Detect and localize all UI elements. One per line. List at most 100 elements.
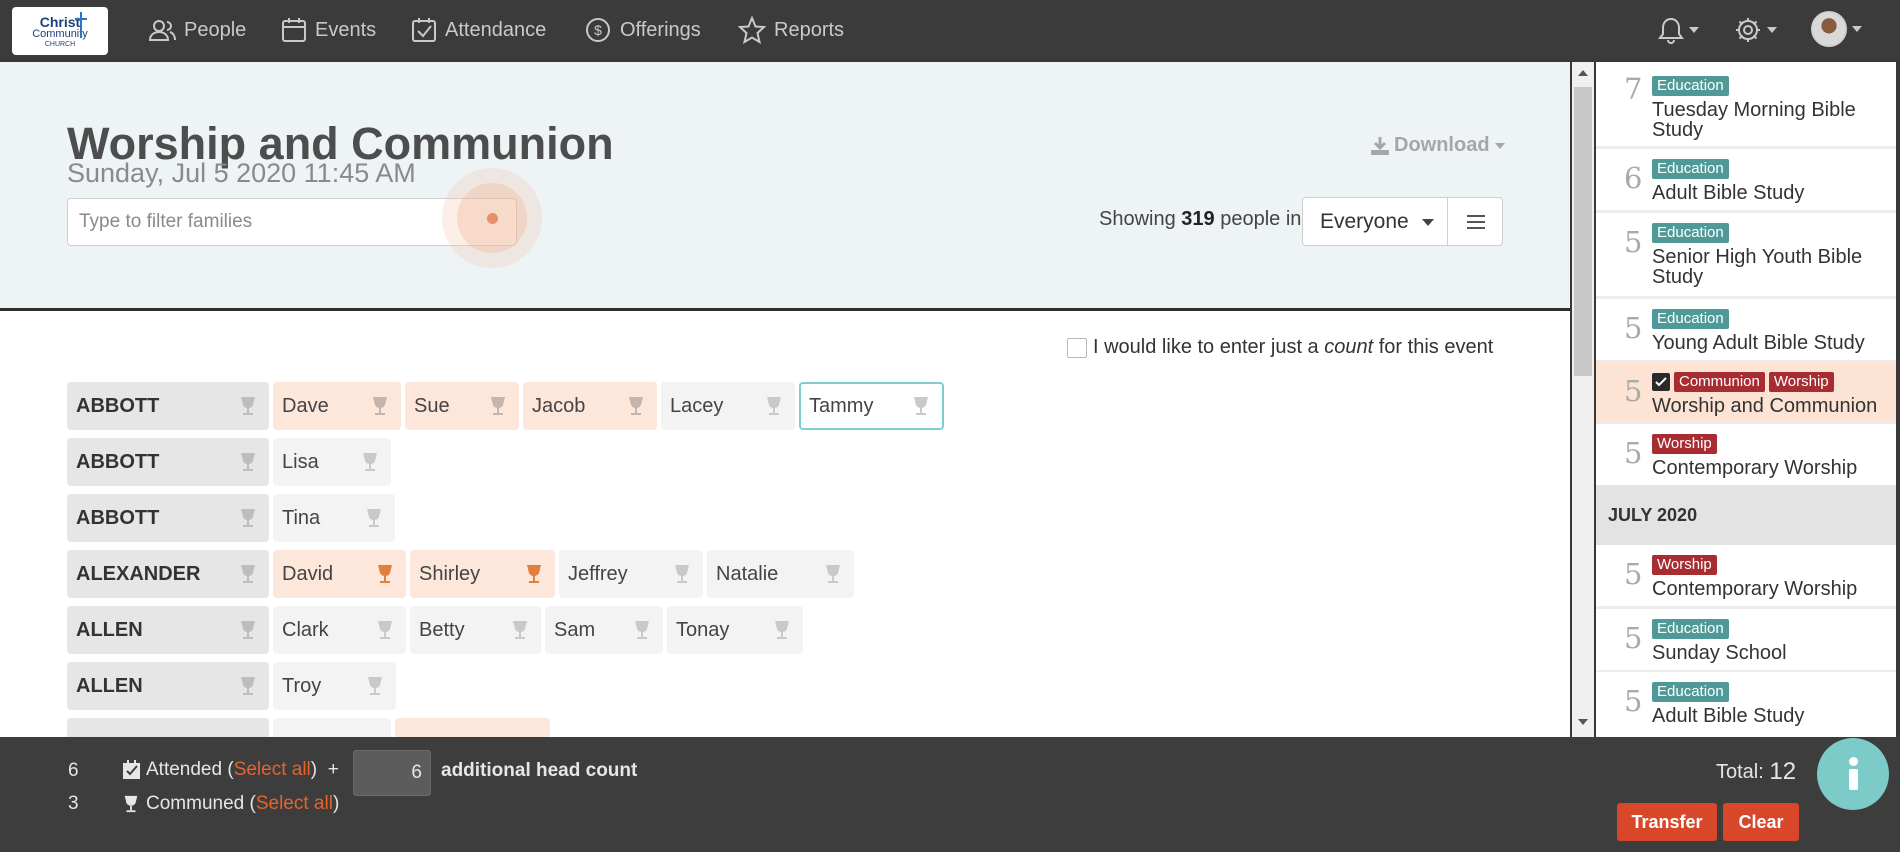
- communed-select-all-link[interactable]: Select all: [256, 793, 333, 815]
- star-icon: [738, 16, 766, 44]
- family-chip[interactable]: [67, 718, 269, 737]
- chalice-icon[interactable]: [238, 619, 258, 641]
- sidebar-event-name: Adult Bible Study: [1652, 182, 1805, 204]
- family-name: ALEXANDER: [76, 563, 201, 585]
- member-name: Sue: [414, 395, 450, 417]
- count-only-option[interactable]: I would like to enter just a count for t…: [1067, 336, 1493, 359]
- sidebar-event-item-active[interactable]: 5 Communion Worship Worship and Communio…: [1596, 362, 1896, 422]
- chalice-icon[interactable]: [375, 619, 395, 641]
- tag-education: Education: [1652, 309, 1729, 329]
- church-logo[interactable]: Christ Community CHURCH: [12, 7, 108, 55]
- scrollbar-thumb[interactable]: [1574, 87, 1592, 376]
- nav-offerings[interactable]: $ Offerings: [584, 16, 701, 44]
- family-chip[interactable]: ABBOTT: [67, 494, 269, 542]
- member-chip[interactable]: Jeffrey: [559, 550, 703, 598]
- family-chip[interactable]: ALLEN: [67, 606, 269, 654]
- member-name: Troy: [282, 675, 322, 697]
- group-select[interactable]: Everyone: [1302, 197, 1448, 246]
- chalice-icon[interactable]: [632, 619, 652, 641]
- sidebar-event-name: Worship and Communion: [1652, 395, 1878, 417]
- tag-education: Education: [1652, 159, 1729, 179]
- count-only-checkbox[interactable]: [1067, 337, 1087, 358]
- list-options-button[interactable]: [1447, 197, 1503, 246]
- scroll-down-arrow-icon[interactable]: [1578, 719, 1588, 725]
- member-chip[interactable]: David: [273, 550, 406, 598]
- family-row: ABBOTT Tina: [67, 494, 395, 542]
- sidebar-event-name: Adult Bible Study: [1652, 705, 1805, 727]
- notifications-menu[interactable]: [1658, 16, 1699, 44]
- event-attendance-count: 5: [1624, 684, 1643, 718]
- family-chip[interactable]: ALEXANDER: [67, 550, 269, 598]
- member-chip[interactable]: Tina: [273, 494, 395, 542]
- settings-menu[interactable]: [1734, 16, 1777, 44]
- logo-line-3: CHURCH: [44, 41, 76, 48]
- family-name: ABBOTT: [76, 395, 160, 417]
- member-chip[interactable]: Dave: [273, 382, 401, 430]
- user-menu[interactable]: [1811, 11, 1862, 47]
- family-chip[interactable]: ALLEN: [67, 662, 269, 710]
- nav-people[interactable]: People: [148, 16, 246, 44]
- chalice-icon[interactable]: [360, 451, 380, 473]
- tag-education: Education: [1652, 223, 1729, 243]
- additional-headcount-input[interactable]: 6: [353, 750, 431, 796]
- info-button[interactable]: [1817, 738, 1889, 810]
- chalice-icon[interactable]: [238, 451, 258, 473]
- attended-select-all-link[interactable]: Select all: [234, 759, 311, 781]
- member-chip[interactable]: Troy: [273, 662, 396, 710]
- sidebar-event-item[interactable]: 5 Education Sunday School: [1596, 609, 1896, 670]
- chalice-icon[interactable]: [823, 563, 843, 585]
- communed-count: 3: [68, 793, 79, 814]
- nav-events[interactable]: Events: [281, 16, 376, 44]
- attended-count: 6: [68, 760, 79, 781]
- member-chip[interactable]: Tonay: [667, 606, 803, 654]
- member-chip[interactable]: Tammy: [799, 382, 944, 430]
- chalice-icon[interactable]: [238, 563, 258, 585]
- transfer-button[interactable]: Transfer: [1617, 803, 1717, 841]
- member-chip[interactable]: Sam: [545, 606, 663, 654]
- member-name: Tina: [282, 507, 321, 529]
- main-scrollbar[interactable]: [1572, 62, 1594, 737]
- chalice-icon[interactable]: [488, 395, 508, 417]
- sidebar-event-item[interactable]: 5 Worship Contemporary Worship: [1596, 424, 1896, 485]
- chalice-icon[interactable]: [510, 619, 530, 641]
- member-chip[interactable]: [395, 718, 550, 737]
- scroll-up-arrow-icon[interactable]: [1578, 70, 1588, 76]
- sidebar-event-item[interactable]: 5 Education Senior High Youth Bible Stud…: [1596, 213, 1896, 296]
- member-chip[interactable]: Shirley: [410, 550, 555, 598]
- member-chip[interactable]: [273, 718, 391, 737]
- chalice-icon[interactable]: [772, 619, 792, 641]
- member-chip[interactable]: Sue: [405, 382, 519, 430]
- member-chip[interactable]: Clark: [273, 606, 406, 654]
- tag-education: Education: [1652, 619, 1729, 639]
- sidebar-event-item[interactable]: 5 Education Adult Bible Study: [1596, 672, 1896, 737]
- download-button[interactable]: Download: [1369, 134, 1505, 157]
- chalice-icon[interactable]: [672, 563, 692, 585]
- member-name: Lisa: [282, 451, 319, 473]
- chalice-icon[interactable]: [238, 507, 258, 529]
- chalice-icon[interactable]: [238, 675, 258, 697]
- member-chip[interactable]: Betty: [410, 606, 541, 654]
- sidebar-event-item[interactable]: 6 Education Adult Bible Study: [1596, 149, 1896, 210]
- sidebar-event-item[interactable]: 7 Education Tuesday Morning Bible Study: [1596, 62, 1896, 146]
- clear-button[interactable]: Clear: [1723, 803, 1799, 841]
- member-chip[interactable]: Lacey: [661, 382, 795, 430]
- family-chip[interactable]: ABBOTT: [67, 382, 269, 430]
- chalice-icon[interactable]: [626, 395, 646, 417]
- sidebar-event-item[interactable]: 5 Education Young Adult Bible Study: [1596, 299, 1896, 360]
- nav-attendance[interactable]: Attendance: [411, 16, 546, 44]
- sidebar-event-item[interactable]: 5 Worship Contemporary Worship: [1596, 545, 1896, 606]
- chalice-icon[interactable]: [375, 563, 395, 585]
- family-row: ALEXANDER David Shirley Jeffrey Natalie: [67, 550, 854, 598]
- chalice-icon[interactable]: [370, 395, 390, 417]
- member-chip[interactable]: Lisa: [273, 438, 391, 486]
- member-chip[interactable]: Jacob: [523, 382, 657, 430]
- chalice-icon[interactable]: [764, 395, 784, 417]
- chalice-icon[interactable]: [364, 507, 384, 529]
- family-chip[interactable]: ABBOTT: [67, 438, 269, 486]
- chalice-icon[interactable]: [911, 395, 931, 417]
- member-chip[interactable]: Natalie: [707, 550, 854, 598]
- chalice-icon[interactable]: [238, 395, 258, 417]
- nav-reports[interactable]: Reports: [738, 16, 844, 44]
- chalice-icon[interactable]: [524, 563, 544, 585]
- chalice-icon[interactable]: [365, 675, 385, 697]
